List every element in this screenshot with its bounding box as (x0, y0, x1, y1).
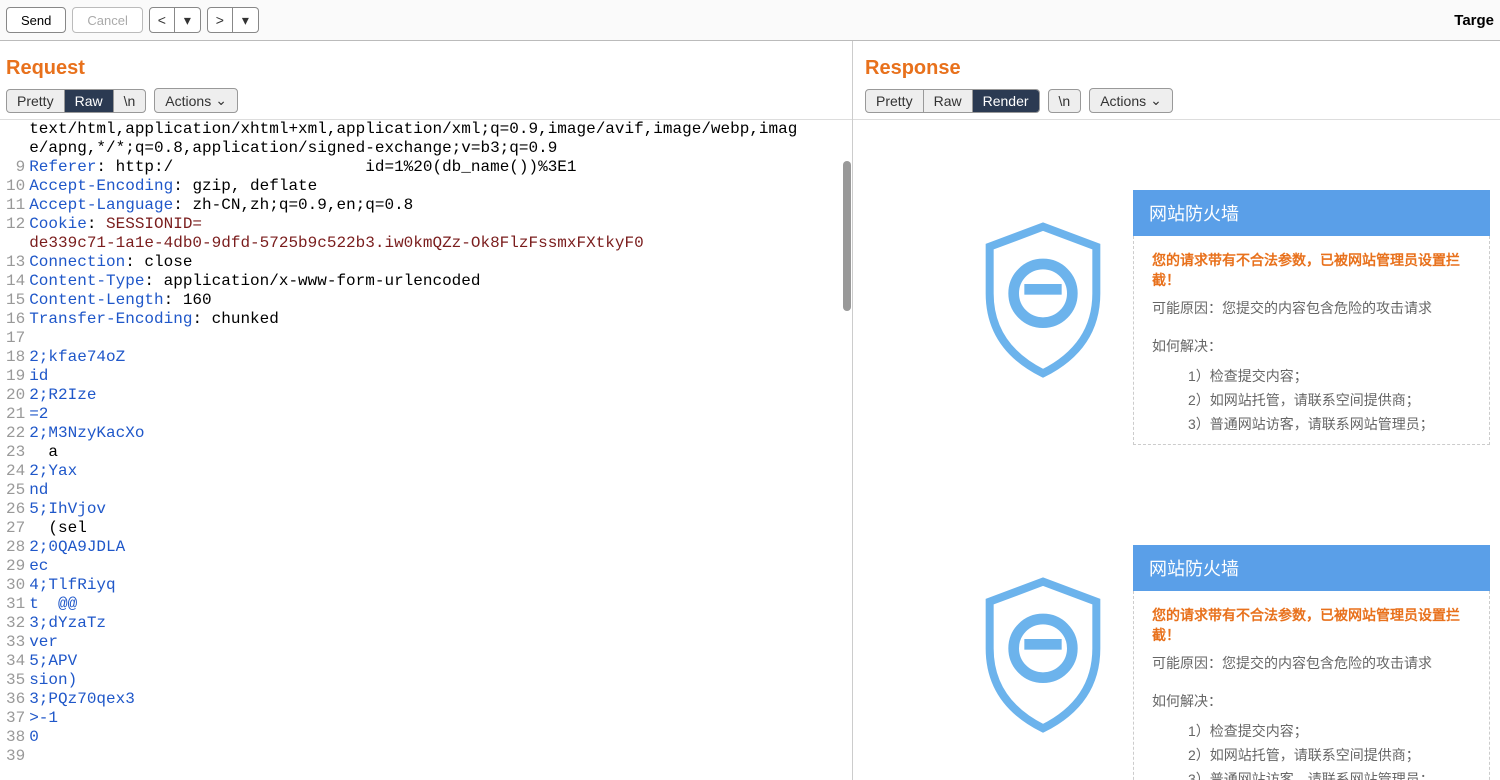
response-actions-label: Actions (1100, 93, 1146, 109)
waf-block: 网站防火墙 您的请求带有不合法参数，已被网站管理员设置拦截！ 可能原因：您提交的… (953, 545, 1490, 780)
panes: Request Pretty Raw \n Actions ⌄ 91011121… (0, 41, 1500, 780)
response-tab-pretty[interactable]: Pretty (866, 90, 924, 112)
waf-list-item: 2）如网站托管，请联系空间提供商； (1188, 390, 1471, 410)
response-tabbar: Pretty Raw Render \n Actions ⌄ (853, 88, 1500, 120)
response-tab-raw[interactable]: Raw (924, 90, 973, 112)
response-tab-newline[interactable]: \n (1048, 89, 1082, 113)
request-view-segment: Pretty Raw \n (6, 89, 146, 113)
shield-icon (953, 190, 1133, 445)
request-gutter: 9101112131415161718192021222324252627282… (2, 120, 29, 780)
waf-list-item: 1）检查提交内容； (1188, 721, 1471, 741)
waf-text: 网站防火墙 您的请求带有不合法参数，已被网站管理员设置拦截！ 可能原因：您提交的… (1133, 545, 1490, 780)
request-actions-label: Actions (165, 93, 211, 109)
waf-reason: 可能原因：您提交的内容包含危险的攻击请求 (1152, 298, 1471, 318)
cancel-button[interactable]: Cancel (72, 7, 142, 33)
next-button-group: > ▾ (207, 7, 259, 33)
prev-button-group: < ▾ (149, 7, 201, 33)
waf-list-item: 3）普通网站访客，请联系网站管理员； (1188, 769, 1471, 780)
waf-reason: 可能原因：您提交的内容包含危险的攻击请求 (1152, 653, 1471, 673)
response-pane: Response Pretty Raw Render \n Actions ⌄ (852, 41, 1500, 780)
response-view-segment: Pretty Raw Render (865, 89, 1040, 113)
main-toolbar: Send Cancel < ▾ > ▾ Targe (0, 0, 1500, 41)
request-tab-newline[interactable]: \n (114, 90, 146, 112)
next-button[interactable]: > (207, 7, 233, 33)
request-title: Request (0, 41, 852, 88)
target-label: Targe (1454, 12, 1494, 29)
prev-dropdown[interactable]: ▾ (175, 7, 201, 33)
chevron-down-icon: ⌄ (1150, 92, 1162, 109)
request-source: text/html,application/xhtml+xml,applicat… (29, 120, 852, 780)
request-scrollbar-thumb[interactable] (843, 161, 851, 311)
response-tab-render[interactable]: Render (973, 90, 1039, 112)
waf-titlebar: 网站防火墙 (1133, 545, 1490, 591)
response-title: Response (853, 41, 1500, 88)
request-tab-pretty[interactable]: Pretty (7, 90, 65, 112)
next-dropdown[interactable]: ▾ (233, 7, 259, 33)
waf-list-item: 3）普通网站访客，请联系网站管理员； (1188, 414, 1471, 434)
shield-icon (953, 545, 1133, 780)
waf-list: 1）检查提交内容； 2）如网站托管，请联系空间提供商； 3）普通网站访客，请联系… (1188, 366, 1471, 434)
response-actions-dropdown[interactable]: Actions ⌄ (1089, 88, 1173, 113)
waf-how: 如何解决： (1152, 336, 1471, 356)
waf-titlebar: 网站防火墙 (1133, 190, 1490, 236)
chevron-down-icon: ⌄ (215, 92, 227, 109)
response-render[interactable]: 网站防火墙 您的请求带有不合法参数，已被网站管理员设置拦截！ 可能原因：您提交的… (853, 120, 1500, 780)
request-code[interactable]: 9101112131415161718192021222324252627282… (0, 120, 852, 780)
request-tab-raw[interactable]: Raw (65, 90, 114, 112)
waf-body: 您的请求带有不合法参数，已被网站管理员设置拦截！ 可能原因：您提交的内容包含危险… (1133, 591, 1490, 780)
waf-warn: 您的请求带有不合法参数，已被网站管理员设置拦截！ (1152, 605, 1471, 645)
waf-list: 1）检查提交内容； 2）如网站托管，请联系空间提供商； 3）普通网站访客，请联系… (1188, 721, 1471, 780)
waf-list-item: 2）如网站托管，请联系空间提供商； (1188, 745, 1471, 765)
waf-list-item: 1）检查提交内容； (1188, 366, 1471, 386)
request-actions-dropdown[interactable]: Actions ⌄ (154, 88, 238, 113)
waf-warn: 您的请求带有不合法参数，已被网站管理员设置拦截！ (1152, 250, 1471, 290)
waf-how: 如何解决： (1152, 691, 1471, 711)
send-button[interactable]: Send (6, 7, 66, 33)
request-tabbar: Pretty Raw \n Actions ⌄ (0, 88, 852, 120)
request-pane: Request Pretty Raw \n Actions ⌄ 91011121… (0, 41, 852, 780)
request-scrollbar[interactable] (842, 41, 852, 780)
waf-block: 网站防火墙 您的请求带有不合法参数，已被网站管理员设置拦截！ 可能原因：您提交的… (953, 190, 1490, 445)
prev-button[interactable]: < (149, 7, 175, 33)
waf-body: 您的请求带有不合法参数，已被网站管理员设置拦截！ 可能原因：您提交的内容包含危险… (1133, 236, 1490, 445)
waf-text: 网站防火墙 您的请求带有不合法参数，已被网站管理员设置拦截！ 可能原因：您提交的… (1133, 190, 1490, 445)
